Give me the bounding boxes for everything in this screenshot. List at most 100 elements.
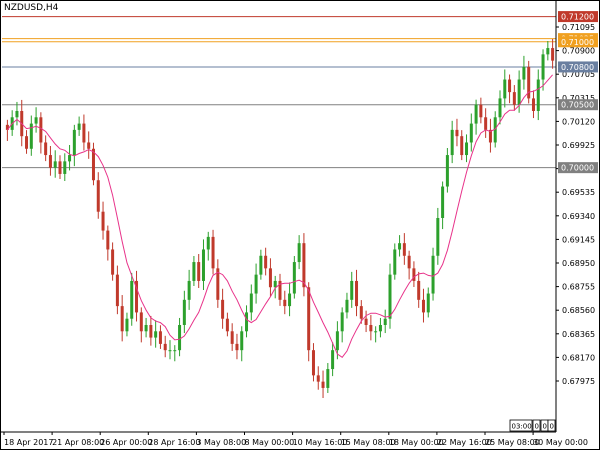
price-line-label: 0.70000 [561,164,594,173]
candle-body [149,325,153,338]
y-tick-label: 0.69145 [562,235,595,244]
candle-body [551,48,555,61]
candle-body [130,280,134,319]
candle-body [484,117,488,130]
candle-body [498,98,502,118]
candle-body [230,331,234,344]
candle-body [87,142,91,149]
candle-body [503,79,507,99]
y-tick-label: 0.69340 [562,212,595,221]
candle-body [536,79,540,111]
candle-body [321,381,325,388]
candle-body [225,318,229,332]
candle-body [192,262,196,281]
candle-body [445,155,449,187]
candle-body [101,211,105,231]
candle-body [350,280,354,300]
candle-body [259,255,263,275]
candle-body [436,218,440,256]
candle-body [426,293,430,313]
x-tick-label: 18 May 00:00 [389,438,444,447]
candle-body [144,325,148,332]
candle-body [369,325,373,332]
candle-body [402,243,406,256]
y-tick-label: 0.68755 [562,283,595,292]
candle-body [512,92,516,105]
x-tick-label: 15 May 08:00 [341,438,396,447]
price-chart[interactable]: 0.710950.709000.707050.703150.701200.699… [0,0,600,450]
candle-body [163,343,167,351]
candle-body [407,255,411,269]
candle-body [283,299,287,307]
candle-body [58,161,62,174]
candle-body [268,268,272,288]
candle-body [96,180,100,212]
candle-body [297,243,301,263]
y-tick-label: 0.68560 [562,306,595,315]
candle-body [168,350,172,352]
time-marker-label: 0 [550,423,554,431]
candle-body [221,299,225,319]
candle-body [326,369,330,388]
candle-body [15,111,19,118]
symbol-timeframe-label: NZDUSD,H4 [4,3,59,13]
candle-body [187,280,191,300]
candle-body [541,54,545,80]
candle-body [460,136,464,156]
price-lines-layer [2,16,556,169]
time-marker-label: 0 [543,423,547,431]
price-line-label: 0.70800 [561,63,594,72]
y-tick-label: 0.68170 [562,353,595,362]
y-tick-label: 0.67975 [562,377,595,386]
candle-body [340,312,344,332]
candle-body [393,249,397,275]
time-scale[interactable]: 18 Apr 201721 Apr 08:0026 Apr 00:0028 Ap… [3,432,588,447]
candle-body [383,318,387,325]
x-tick-label: 18 Apr 2017 [4,438,53,447]
candle-body [421,299,425,313]
candle-body [546,48,550,55]
price-scale[interactable]: 0.710950.709000.707050.703150.701200.699… [556,23,595,386]
candle-body [335,331,339,351]
candle-body [450,129,454,156]
candle-body [431,255,435,294]
candle-body [173,350,177,352]
time-marker-label: 03:00 [512,423,532,431]
candle-body [235,343,239,351]
chart-window[interactable]: 0.71095 0.70900 0.70705 0.70315 0.70120 0.699… [0,0,600,450]
candle-body [154,331,158,338]
candle-body [240,331,244,351]
candle-body [197,262,201,281]
x-tick-label: 22 May 16:00 [437,438,492,447]
candle-body [465,142,469,156]
x-tick-label: 26 Apr 00:00 [100,438,152,447]
candle-body [292,262,296,294]
candle-body [345,299,349,313]
candle-body [508,79,512,93]
candle-body [307,287,311,351]
candles-layer [5,38,555,399]
y-tick-label: 0.68365 [562,330,595,339]
candle-body [288,293,292,307]
window-border [0,0,600,450]
candle-body [355,280,359,307]
candle-body [178,325,182,351]
price-line-label: 0.70500 [561,101,594,110]
candle-body [53,161,57,168]
candle-body [264,255,268,269]
x-tick-label: 30 May 00:00 [533,438,588,447]
candle-body [39,117,43,143]
candle-body [25,136,29,149]
candle-body [364,318,368,325]
price-line-label: 0.71200 [561,13,594,22]
candle-body [417,280,421,300]
candle-body [374,331,378,333]
candle-body [388,274,392,319]
candle-body [68,155,72,162]
x-tick-label: 28 Apr 16:00 [148,438,200,447]
candle-body [201,249,205,281]
candle-body [479,104,483,118]
y-tick-label: 0.68950 [562,259,595,268]
candle-body [77,123,81,130]
candle-body [474,104,478,124]
